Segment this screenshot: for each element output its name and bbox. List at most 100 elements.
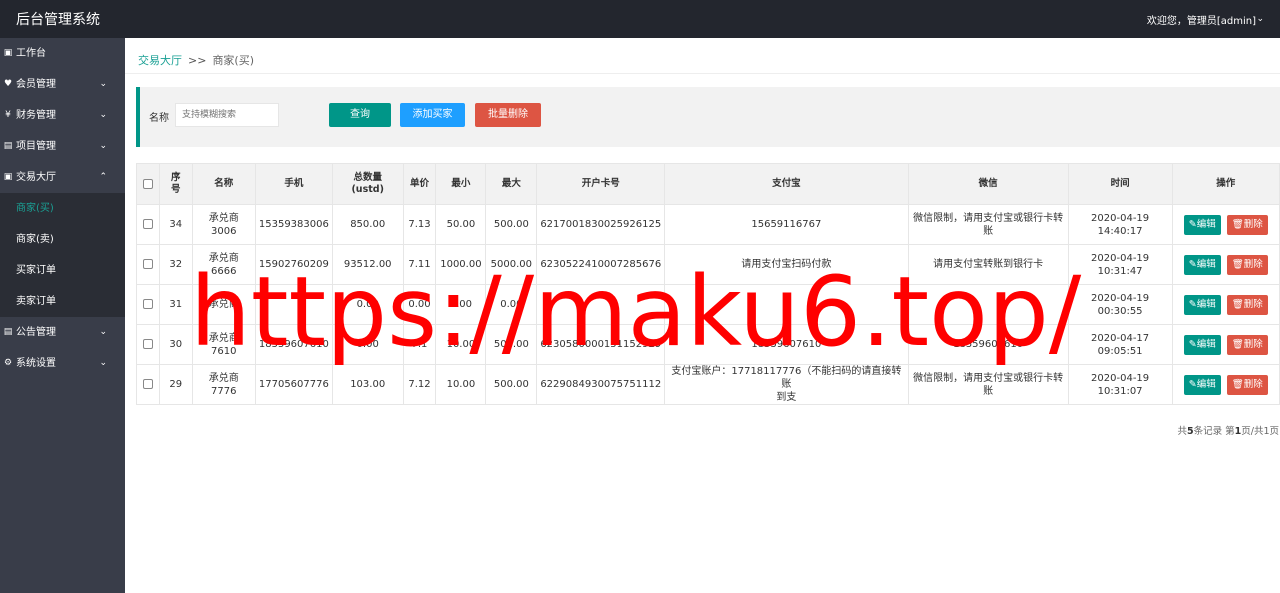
row-checkbox[interactable] <box>142 219 153 229</box>
cell-card: 6229084930075751112 <box>536 364 666 405</box>
edit-button[interactable]: ✎编辑 <box>1183 254 1221 275</box>
breadcrumb-parent-link[interactable]: 交易大厅 <box>138 54 182 67</box>
batch-delete-button[interactable]: 批量删除 <box>475 103 541 127</box>
col-header: 序 号 <box>158 163 193 205</box>
cell-time: 2020-04-19 14:40:17 <box>1067 204 1173 245</box>
gear-icon: ⚙ <box>3 358 13 368</box>
sidebar-item-projects[interactable]: ▤ 项目管理 ⌄ <box>0 131 125 162</box>
row-checkbox[interactable] <box>142 299 153 309</box>
row-checkbox[interactable] <box>142 259 153 269</box>
cell-actions: ✎编辑 🗑删除 <box>1171 244 1280 285</box>
trash-icon: 🗑 <box>1231 298 1244 310</box>
sidebar-subitem-merchant-buy[interactable]: 商家(买) <box>0 193 125 224</box>
edit-button[interactable]: ✎编辑 <box>1183 294 1221 315</box>
cell-name: 承兑商 3006 <box>191 204 256 245</box>
query-button[interactable]: 查询 <box>329 103 391 127</box>
sidebar-subitem-seller-orders[interactable]: 卖家订单 <box>0 286 125 317</box>
sidebar-item-label: 系统设置 <box>16 358 56 369</box>
app-title: 后台管理系统 <box>16 12 100 28</box>
sidebar-item-finance[interactable]: ¥ 财务管理 ⌄ <box>0 100 125 131</box>
edit-label: 编辑 <box>1196 338 1216 350</box>
sidebar-item-trading-hall[interactable]: ▣ 交易大厅 ⌃ <box>0 162 125 193</box>
search-input[interactable] <box>175 103 279 127</box>
sidebar-item-label: 项目管理 <box>16 141 56 152</box>
chevron-down-icon[interactable]: ⌄ <box>1256 14 1264 24</box>
edit-button[interactable]: ✎编辑 <box>1183 374 1221 395</box>
table-row: 34 承兑商 3006 15359383006 850.00 7.13 50.0… <box>136 204 1280 245</box>
cell-actions: ✎编辑 🗑删除 <box>1171 364 1280 405</box>
sidebar-subitem-merchant-sell[interactable]: 商家(卖) <box>0 224 125 255</box>
sidebar-subitem-buyer-orders[interactable]: 买家订单 <box>0 255 125 286</box>
sidebar-item-workbench[interactable]: ▣ 工作台 <box>0 38 125 69</box>
row-checkbox[interactable] <box>142 339 153 349</box>
sidebar-item-announcements[interactable]: ▤ 公告管理 ⌄ <box>0 317 125 348</box>
row-checkbox[interactable] <box>142 379 153 389</box>
row-select-cell[interactable] <box>136 324 160 365</box>
user-menu[interactable]: 欢迎您，管理员[admin] <box>1147 12 1256 27</box>
sidebar-item-members[interactable]: ♥ 会员管理 ⌄ <box>0 69 125 100</box>
row-select-cell[interactable] <box>136 284 160 325</box>
delete-button[interactable]: 🗑删除 <box>1226 334 1268 355</box>
col-header: 名称 <box>191 163 256 205</box>
cell-actions: ✎编辑 🗑删除 <box>1171 324 1280 365</box>
cell-time: 2020-04-19 10:31:47 <box>1067 244 1173 285</box>
breadcrumb-current: 商家(买) <box>212 54 255 67</box>
cell-price: 7.12 <box>402 364 437 405</box>
cell-price: 7.13 <box>402 204 437 245</box>
trash-icon: 🗑 <box>1231 218 1244 230</box>
row-select-cell[interactable] <box>136 204 160 245</box>
col-header: 操作 <box>1171 163 1280 205</box>
chevron-down-icon: ⌄ <box>99 327 107 337</box>
delete-button[interactable]: 🗑删除 <box>1226 254 1268 275</box>
select-all-cell[interactable] <box>136 163 160 205</box>
chevron-down-icon: ⌄ <box>99 358 107 368</box>
cell-wechat: 微信限制，请用支付宝或银行卡转 账 <box>907 364 1069 405</box>
col-header: 手机 <box>254 163 333 205</box>
edit-icon: ✎ <box>1188 298 1197 310</box>
row-select-cell[interactable] <box>136 244 160 285</box>
cell-min: 50.00 <box>435 204 487 245</box>
cell-actions: ✎编辑 🗑删除 <box>1171 284 1280 325</box>
breadcrumb: 交易大厅 >> 商家(买) <box>138 52 254 68</box>
add-buyer-button[interactable]: 添加买家 <box>400 103 465 127</box>
sidebar: ▣ 工作台 ♥ 会员管理 ⌄ ¥ 财务管理 ⌄ ▤ 项目管理 ⌄ ▣ 交易大厅 … <box>0 38 125 593</box>
select-all-checkbox[interactable] <box>142 178 153 189</box>
cell-total: 103.00 <box>331 364 404 405</box>
cell-id: 29 <box>158 364 193 405</box>
edit-icon: ✎ <box>1188 338 1197 350</box>
delete-button[interactable]: 🗑删除 <box>1226 374 1268 395</box>
cell-name: 承兑商 7776 <box>191 364 256 405</box>
yen-icon: ¥ <box>5 110 11 120</box>
cell-time: 2020-04-19 10:31:07 <box>1067 364 1173 405</box>
edit-icon: ✎ <box>1188 258 1197 270</box>
edit-button[interactable]: ✎编辑 <box>1183 334 1221 355</box>
sidebar-item-system-settings[interactable]: ⚙ 系统设置 ⌄ <box>0 348 125 379</box>
cell-min: 10.00 <box>435 364 487 405</box>
cell-time: 2020-04-19 00:30:55 <box>1067 284 1173 325</box>
delete-button[interactable]: 🗑删除 <box>1226 294 1268 315</box>
cell-time: 2020-04-17 09:05:51 <box>1067 324 1173 365</box>
table-header-row: 序 号 名称 手机 总数量 (ustd) 单价 最小 最大 开户卡号 支付宝 微… <box>136 163 1280 205</box>
col-header: 单价 <box>402 163 437 205</box>
top-bar: 后台管理系统 欢迎您，管理员[admin] ⌄ <box>0 0 1280 38</box>
cell-phone: 15359383006 <box>254 204 333 245</box>
col-header: 开户卡号 <box>536 163 666 205</box>
trash-icon: 🗑 <box>1231 258 1244 270</box>
edit-label: 编辑 <box>1196 298 1216 310</box>
heart-icon: ♥ <box>3 79 13 89</box>
pager-text: 条记录 第 <box>1193 426 1235 437</box>
grid-icon: ▣ <box>3 172 13 182</box>
search-panel: 名称 查询 添加买家 批量删除 <box>136 87 1280 147</box>
cell-wechat: 微信限制，请用支付宝或银行卡转 账 <box>907 204 1069 245</box>
edit-label: 编辑 <box>1196 218 1216 230</box>
edit-button[interactable]: ✎编辑 <box>1183 214 1221 235</box>
pager-text: 共 <box>1177 426 1187 437</box>
delete-button[interactable]: 🗑删除 <box>1226 214 1268 235</box>
delete-label: 删除 <box>1243 378 1263 390</box>
row-select-cell[interactable] <box>136 364 160 405</box>
edit-label: 编辑 <box>1196 258 1216 270</box>
col-header: 时间 <box>1067 163 1173 205</box>
cell-phone: 17705607776 <box>254 364 333 405</box>
cell-total: 850.00 <box>331 204 404 245</box>
chevron-down-icon: ⌄ <box>99 79 107 89</box>
